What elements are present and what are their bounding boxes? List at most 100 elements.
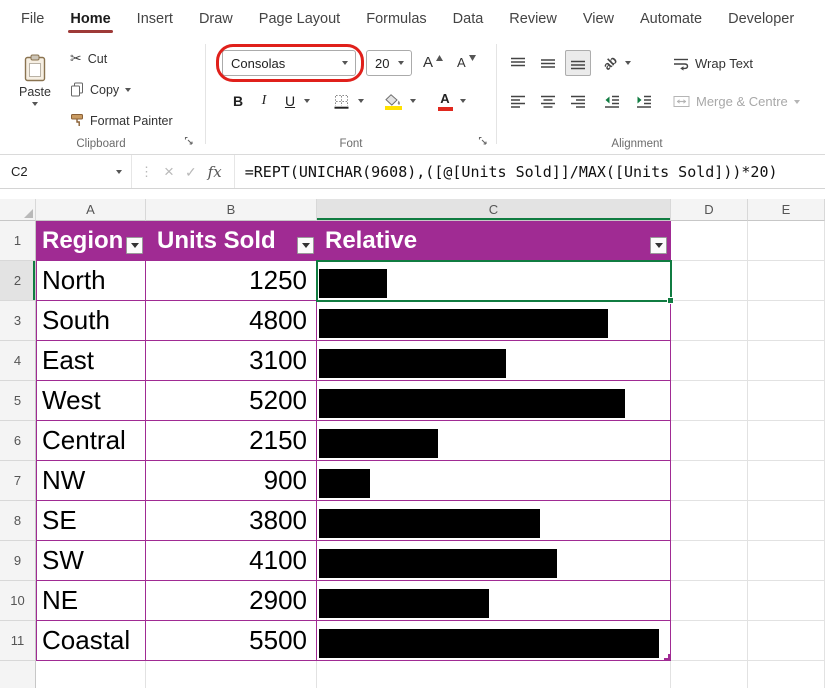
cell-units-sold[interactable]: 4100 [146, 541, 317, 581]
cell-relative[interactable] [317, 501, 671, 541]
column-header-a[interactable]: A [36, 199, 146, 221]
row-header[interactable]: 7 [0, 461, 36, 501]
tab-page-layout[interactable]: Page Layout [246, 3, 353, 36]
font-name-combobox[interactable]: Consolas [222, 50, 356, 76]
column-header-d[interactable]: D [671, 199, 748, 221]
cell-region[interactable]: East [36, 341, 146, 381]
table-resize-handle[interactable] [664, 654, 671, 661]
cell-empty[interactable] [671, 221, 748, 261]
top-align-button[interactable] [505, 50, 531, 76]
increase-font-size-button[interactable]: A [420, 50, 446, 75]
cell-region[interactable]: Central [36, 421, 146, 461]
tab-home[interactable]: Home [57, 3, 123, 36]
cancel-icon[interactable]: × [164, 163, 174, 180]
fill-handle[interactable] [667, 297, 674, 304]
row-header[interactable]: 3 [0, 301, 36, 341]
cell-relative[interactable] [317, 261, 671, 301]
cell-empty[interactable] [748, 221, 825, 261]
row-header[interactable]: 1 [0, 221, 36, 261]
cell-empty[interactable] [748, 261, 825, 301]
cell-empty[interactable] [671, 541, 748, 581]
column-header-b[interactable]: B [146, 199, 317, 221]
bottom-align-button[interactable] [565, 50, 591, 76]
cell-units-sold[interactable]: 1250 [146, 261, 317, 301]
tab-automate[interactable]: Automate [627, 3, 715, 36]
tab-formulas[interactable]: Formulas [353, 3, 439, 36]
cell-units-sold[interactable]: 4800 [146, 301, 317, 341]
cell-empty[interactable] [671, 581, 748, 621]
cell-empty[interactable] [671, 501, 748, 541]
cell-empty[interactable] [671, 661, 748, 688]
cell-empty[interactable] [748, 541, 825, 581]
increase-indent-button[interactable] [631, 88, 657, 114]
cell-relative[interactable] [317, 301, 671, 341]
decrease-indent-button[interactable] [599, 88, 625, 114]
orientation-dropdown[interactable] [621, 50, 635, 76]
cell-empty[interactable] [748, 581, 825, 621]
underline-button[interactable]: U [278, 88, 302, 114]
cell-units-sold[interactable]: 3100 [146, 341, 317, 381]
center-button[interactable] [535, 88, 561, 114]
row-header[interactable]: 9 [0, 541, 36, 581]
header-cell-units-sold[interactable]: Units Sold [146, 221, 317, 261]
cell-empty[interactable] [748, 621, 825, 661]
cell-empty[interactable] [748, 661, 825, 688]
font-color-button[interactable]: A [432, 88, 458, 114]
cell-empty[interactable] [748, 501, 825, 541]
borders-dropdown[interactable] [354, 88, 368, 114]
insert-function-button[interactable]: fx [208, 163, 222, 181]
orientation-button[interactable]: ab [599, 50, 621, 76]
cell-empty[interactable] [317, 661, 671, 688]
tab-review[interactable]: Review [496, 3, 570, 36]
cell-region[interactable]: NW [36, 461, 146, 501]
cell-relative[interactable] [317, 541, 671, 581]
formula-input[interactable]: =REPT(UNICHAR(9608),([@[Units Sold]]/MAX… [235, 155, 825, 188]
cell-empty[interactable] [748, 301, 825, 341]
tab-developer[interactable]: Developer [715, 3, 807, 36]
font-size-combobox[interactable]: 20 [366, 50, 412, 76]
row-header[interactable]: 5 [0, 381, 36, 421]
tab-insert[interactable]: Insert [124, 3, 186, 36]
cell-units-sold[interactable]: 2900 [146, 581, 317, 621]
cell-empty[interactable] [748, 381, 825, 421]
select-all-button[interactable] [0, 199, 36, 221]
cell-region[interactable]: South [36, 301, 146, 341]
cell-relative[interactable] [317, 621, 671, 661]
format-painter-button[interactable]: Format Painter [66, 108, 177, 133]
cell-empty[interactable] [748, 341, 825, 381]
cell-empty[interactable] [671, 261, 748, 301]
cell-units-sold[interactable]: 3800 [146, 501, 317, 541]
filter-button[interactable] [297, 237, 314, 254]
cell-empty[interactable] [671, 301, 748, 341]
header-cell-relative[interactable]: Relative [317, 221, 671, 261]
wrap-text-button[interactable]: Wrap Text [669, 51, 757, 76]
cell-empty[interactable] [671, 421, 748, 461]
align-right-button[interactable] [565, 88, 591, 114]
cell-units-sold[interactable]: 5200 [146, 381, 317, 421]
cell-units-sold[interactable]: 2150 [146, 421, 317, 461]
cell-region[interactable]: West [36, 381, 146, 421]
filter-button[interactable] [126, 237, 143, 254]
cell-units-sold[interactable]: 900 [146, 461, 317, 501]
cell-empty[interactable] [748, 461, 825, 501]
decrease-font-size-button[interactable]: A [454, 50, 479, 75]
row-header[interactable]: 10 [0, 581, 36, 621]
row-header[interactable]: 4 [0, 341, 36, 381]
cell-region[interactable]: SE [36, 501, 146, 541]
fill-color-button[interactable] [380, 88, 406, 114]
column-header-c[interactable]: C [317, 199, 671, 221]
merge-centre-button[interactable]: Merge & Centre [669, 89, 804, 114]
middle-align-button[interactable] [535, 50, 561, 76]
cell-empty[interactable] [671, 461, 748, 501]
fill-color-dropdown[interactable] [406, 88, 420, 114]
row-header[interactable]: 6 [0, 421, 36, 461]
cell-region[interactable]: Coastal [36, 621, 146, 661]
tab-draw[interactable]: Draw [186, 3, 246, 36]
cell-empty[interactable] [36, 661, 146, 688]
enter-icon[interactable]: ✓ [185, 165, 197, 179]
cell-empty[interactable] [671, 621, 748, 661]
align-left-button[interactable] [505, 88, 531, 114]
cell-relative[interactable] [317, 421, 671, 461]
underline-dropdown[interactable] [300, 88, 314, 114]
cell-relative[interactable] [317, 381, 671, 421]
